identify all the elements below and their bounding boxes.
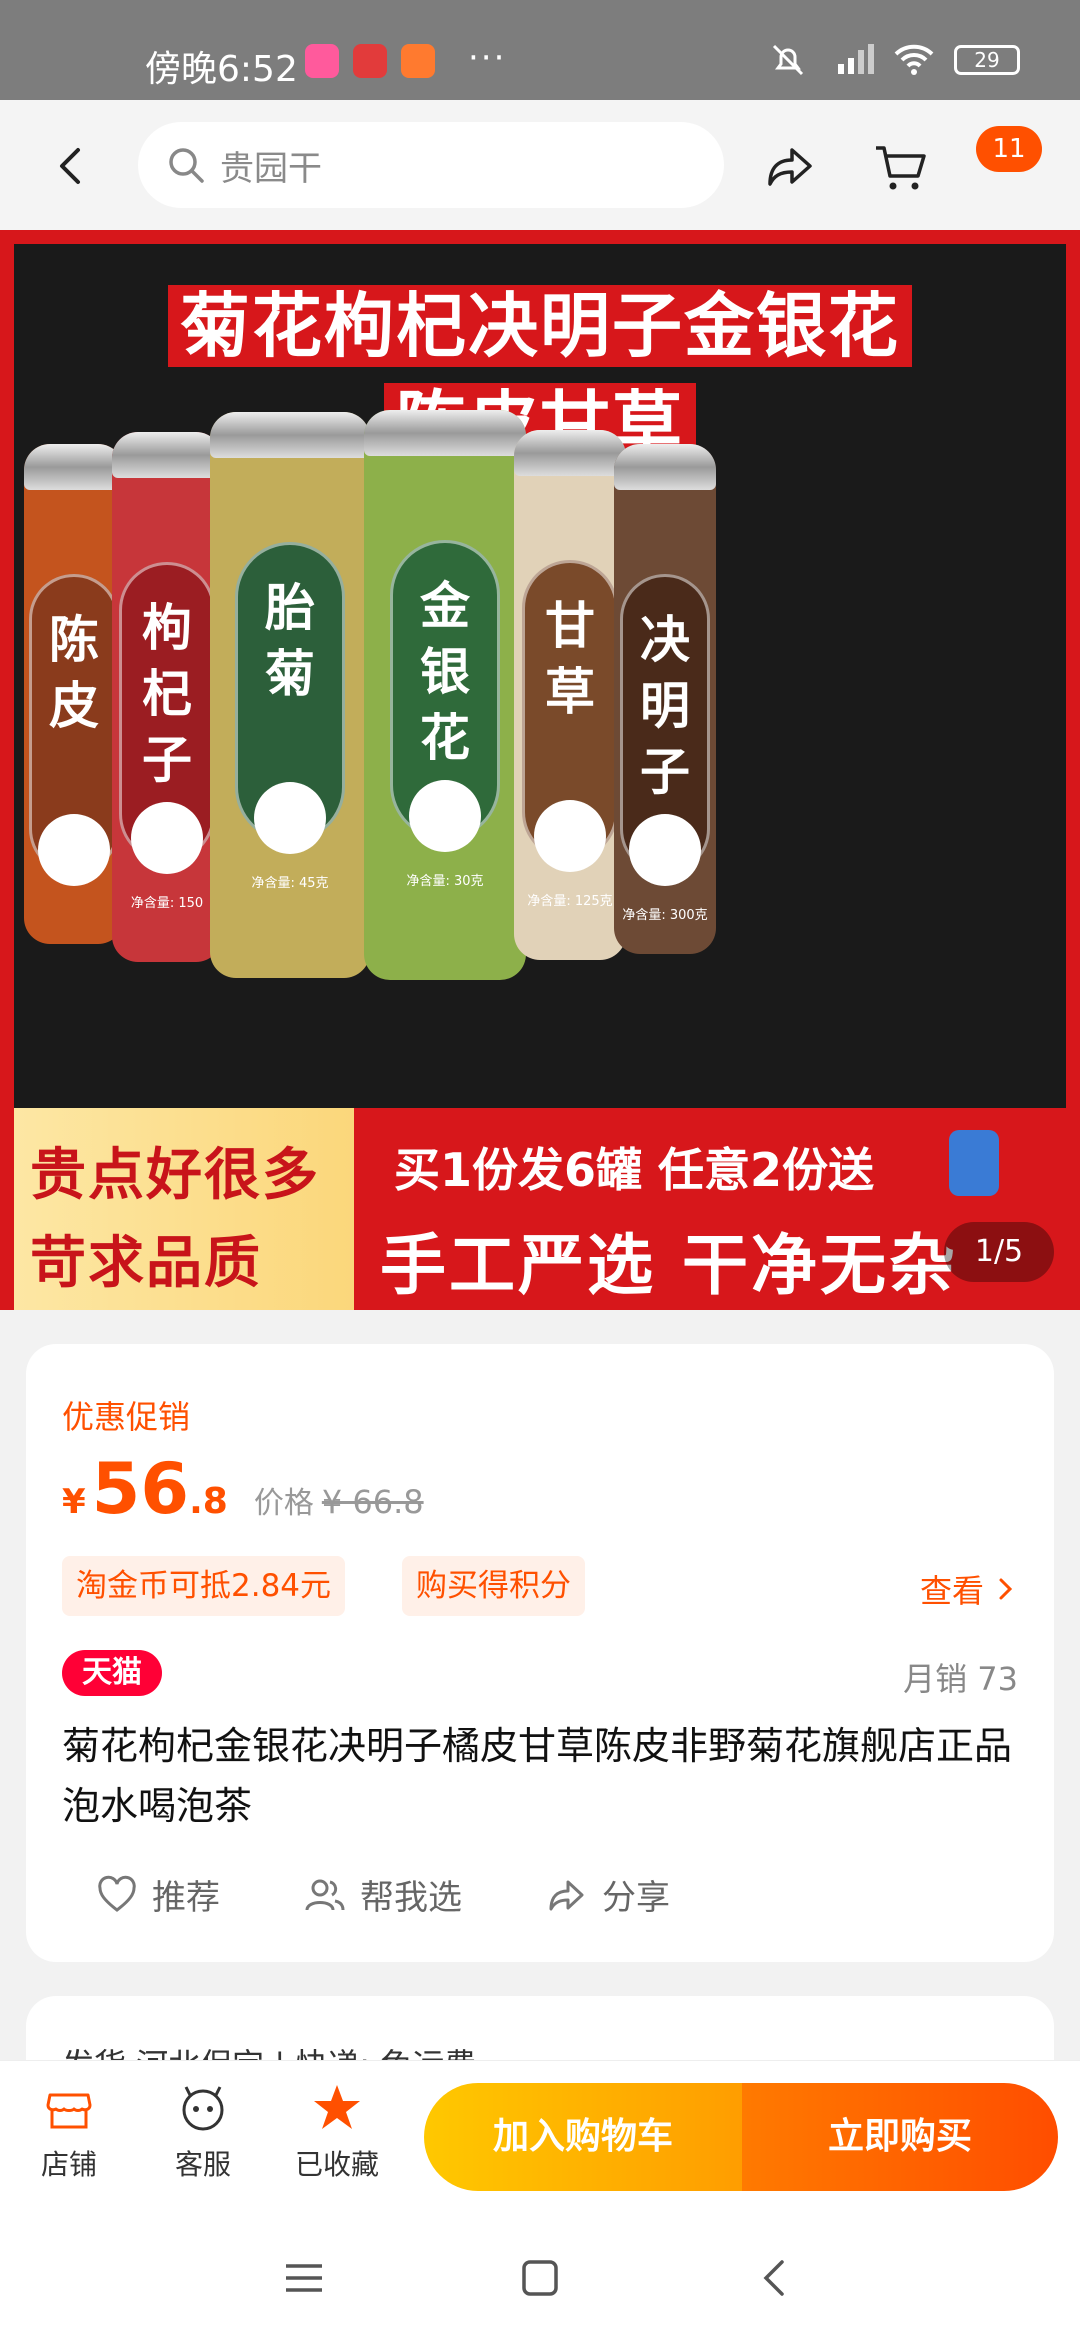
chevron-right-icon: [999, 1578, 1013, 1600]
share-label: 分享: [602, 1878, 670, 1918]
customer-service-label: 客服: [174, 2148, 231, 2181]
product-info-card: 优惠促销 ¥ 56 .8 价格 ¥ 66.8 淘金币可抵2.84元 购买得积分 …: [26, 1344, 1054, 1962]
star-icon: [314, 2085, 360, 2129]
jar-chenpi: 陈 皮: [24, 444, 124, 944]
app-notification-icon: [305, 44, 339, 78]
help-choose-label: 帮我选: [360, 1878, 462, 1918]
monthly-sales: 月销 73: [903, 1660, 1018, 1698]
gift-cup-icon: [949, 1130, 999, 1196]
status-bar: 傍晚6:52 ··· 29: [0, 0, 1080, 100]
product-image: 菊花枸杞决明子金银花 陈皮甘草 陈 皮 枸 杞 子 净含量: 150 胎 菊 净…: [14, 244, 1080, 1310]
promo-tag: 优惠促销: [62, 1398, 191, 1436]
share-button[interactable]: 分享: [546, 1870, 670, 1919]
favorite-label: 已收藏: [294, 2148, 379, 2181]
menu-icon[interactable]: [280, 2254, 328, 2302]
bottom-action-bar: 店铺 客服 已收藏 加入购物车 立即购买: [0, 2060, 1080, 2210]
cup-icon: [38, 814, 110, 886]
price: ¥ 56 .8 价格 ¥ 66.8: [62, 1448, 424, 1530]
favorite-tab[interactable]: 已收藏: [282, 2081, 392, 2183]
jar-gouqi: 枸 杞 子 净含量: 150: [112, 432, 222, 962]
original-price: ¥ 66.8: [321, 1483, 424, 1521]
product-title: 菊花枸杞金银花决明子橘皮甘草陈皮非野菊花旗舰店正品泡水喝泡茶: [62, 1724, 1013, 1828]
status-app-icons: [305, 44, 435, 78]
jar-net-weight: 净含量: 30克: [406, 874, 484, 889]
price-currency: ¥: [62, 1482, 86, 1522]
store-tab[interactable]: 店铺: [14, 2081, 124, 2183]
heart-icon: [98, 1875, 136, 1912]
customer-service-icon: [182, 2086, 224, 2131]
top-navigation: 贵园干 11: [0, 100, 1080, 230]
status-indicators: 29: [770, 42, 1020, 78]
add-to-cart-button[interactable]: 加入购物车: [424, 2083, 742, 2191]
cup-icon: [254, 782, 326, 854]
more-notifications-icon: ···: [468, 38, 507, 78]
original-price-label: 价格: [253, 1486, 314, 1521]
app-notification-icon: [401, 44, 435, 78]
jar-jinyinhua: 金 银 花 净含量: 30克: [364, 410, 526, 980]
cart-icon[interactable]: [870, 136, 930, 196]
view-label: 查看: [919, 1572, 984, 1610]
store-label: 店铺: [40, 2148, 97, 2181]
cup-icon: [534, 800, 606, 872]
points-chip[interactable]: 购买得积分: [402, 1556, 585, 1616]
wifi-icon: [894, 44, 934, 75]
view-promotions-button[interactable]: 查看: [920, 1566, 1018, 1612]
product-image-carousel[interactable]: 菊花枸杞决明子金银花 陈皮甘草 陈 皮 枸 杞 子 净含量: 150 胎 菊 净…: [0, 230, 1080, 1310]
jar-net-weight: 净含量: 300克: [622, 908, 708, 923]
jar-net-weight: 净含量: 150: [130, 896, 204, 911]
customer-service-tab[interactable]: 客服: [148, 2081, 258, 2183]
mute-icon: [772, 44, 804, 76]
cup-icon: [629, 814, 701, 886]
app-notification-icon: [353, 44, 387, 78]
jar-juemingzi: 决 明 子 净含量: 300克: [614, 444, 716, 954]
price-integer: 56: [91, 1448, 190, 1530]
help-choose-button[interactable]: 帮我选: [304, 1870, 462, 1919]
share-icon: [549, 1880, 584, 1910]
price-decimal: .8: [189, 1481, 228, 1522]
battery-icon: 29: [954, 45, 1020, 75]
signal-icon: [838, 44, 874, 74]
coin-discount-chip[interactable]: 淘金币可抵2.84元: [62, 1556, 346, 1616]
image-page-indicator: 1/5: [944, 1222, 1054, 1282]
share-icon[interactable]: [762, 138, 818, 194]
promo-offer-text: 买1份发6罐 任意2份送: [394, 1143, 875, 1197]
back-arrow-icon[interactable]: [46, 140, 98, 192]
buy-now-button[interactable]: 立即购买: [742, 2083, 1058, 2191]
system-navigation-bar: [0, 2210, 1080, 2340]
search-icon: [169, 148, 204, 183]
banner-title-line1: 菊花枸杞决明子金银花: [14, 270, 1066, 371]
promo-left-line2: 苛求品质: [30, 1231, 262, 1296]
promo-left-line1: 贵点好很多: [30, 1143, 320, 1208]
people-icon: [305, 1879, 345, 1910]
recommend-button[interactable]: 推荐: [96, 1870, 220, 1919]
home-icon[interactable]: [516, 2254, 564, 2302]
cup-icon: [131, 802, 203, 874]
status-time: 傍晚6:52: [145, 49, 298, 90]
recommend-label: 推荐: [152, 1878, 220, 1918]
back-icon[interactable]: [752, 2254, 800, 2302]
search-placeholder: 贵园干: [220, 148, 322, 189]
cup-icon: [409, 780, 481, 852]
cart-count-badge: 11: [976, 126, 1042, 172]
promo-quality-block: 贵点好很多 苛求品质: [14, 1108, 354, 1310]
tmall-badge: 天猫: [62, 1650, 162, 1696]
jar-gancao: 甘 草 净含量: 125克: [514, 430, 626, 960]
search-input[interactable]: 贵园干: [138, 122, 724, 208]
store-icon: [46, 2093, 92, 2129]
promo-slogan: 手工严选 干净无杂: [380, 1227, 958, 1304]
jar-taiju: 胎 菊 净含量: 45克: [210, 412, 370, 978]
product-actions: 推荐 帮我选 分享: [26, 1870, 1054, 1930]
jar-net-weight: 净含量: 45克: [251, 876, 329, 891]
jar-net-weight: 净含量: 125克: [527, 894, 613, 909]
